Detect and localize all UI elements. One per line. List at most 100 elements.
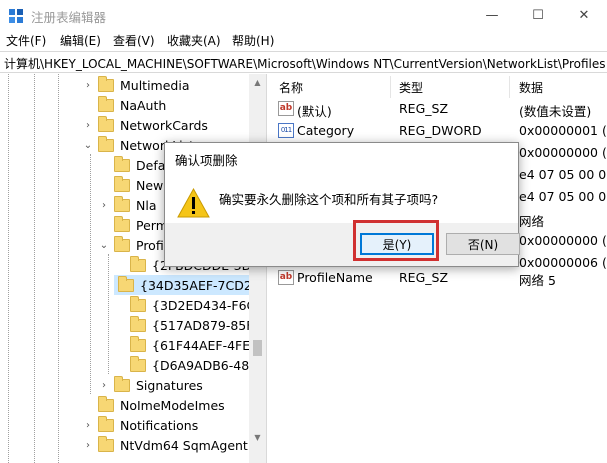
- binary-value-icon: 011: [278, 123, 294, 138]
- menu-file[interactable]: 文件(F): [6, 32, 46, 49]
- menu-edit[interactable]: 编辑(E): [60, 32, 101, 49]
- registry-app-icon: [9, 9, 23, 23]
- maximize-button[interactable]: ☐: [515, 0, 561, 31]
- expand-chevron-icon[interactable]: ›: [82, 80, 94, 91]
- collapse-chevron-icon[interactable]: ⌄: [98, 240, 110, 251]
- column-header-type[interactable]: 类型: [399, 79, 423, 96]
- value-pane[interactable]: 名称 类型 数据 ab (默认) REG_SZ (数值未设置) 011 Cate…: [270, 74, 607, 463]
- no-button[interactable]: 否(N): [446, 233, 520, 255]
- folder-icon: [130, 335, 146, 352]
- address-bar[interactable]: 计算机\HKEY_LOCAL_MACHINE\SOFTWARE\Microsof…: [0, 51, 607, 73]
- value-name: (默认): [297, 104, 332, 119]
- value-type: REG_SZ: [399, 270, 449, 285]
- tree-item-label: {34D35AEF-7CD2: [140, 277, 252, 293]
- scroll-down-icon[interactable]: ▼: [249, 429, 266, 446]
- value-data: e4 07 05 00 05: [519, 167, 607, 182]
- folder-icon: [130, 295, 146, 312]
- collapse-chevron-icon[interactable]: ⌄: [82, 140, 94, 151]
- tree-item[interactable]: › Notifications: [82, 415, 198, 435]
- folder-open-icon: [98, 135, 114, 152]
- folder-icon: [114, 215, 130, 232]
- tree-item-label: Notifications: [120, 417, 199, 433]
- warning-icon: [177, 188, 210, 218]
- tree-item-label: {3D2ED434-F6C5: [152, 297, 264, 313]
- column-header-data[interactable]: 数据: [519, 79, 543, 96]
- tree-item[interactable]: › NetworkCards: [82, 115, 208, 135]
- tree-item[interactable]: NoImeModeImes: [82, 395, 225, 415]
- menu-help[interactable]: 帮助(H): [232, 32, 274, 49]
- tree-item-label: Nla: [136, 197, 157, 213]
- tree-item[interactable]: NaAuth: [82, 95, 166, 115]
- column-divider[interactable]: [390, 76, 391, 98]
- expand-chevron-icon[interactable]: ›: [82, 420, 94, 431]
- value-data: e4 07 05 00 01: [519, 189, 607, 204]
- value-name: Category: [297, 123, 355, 138]
- address-path: 计算机\HKEY_LOCAL_MACHINE\SOFTWARE\Microsof…: [4, 57, 606, 71]
- value-data: 网络 5: [519, 273, 556, 288]
- folder-icon: [114, 375, 130, 392]
- tree-item-selected[interactable]: {34D35AEF-7CD2: [114, 275, 252, 295]
- tree-guide-line: [90, 154, 91, 394]
- menu-view[interactable]: 查看(V): [113, 32, 155, 49]
- dialog-body: 确实要永久删除这个项和所有其子项吗?: [165, 171, 518, 223]
- scroll-up-icon[interactable]: ▲: [249, 74, 266, 91]
- value-row[interactable]: ab ProfileName REG_SZ 网络 5: [270, 267, 607, 289]
- title-bar: 注册表编辑器 — ☐ ✕: [0, 0, 607, 31]
- folder-icon: [98, 95, 114, 112]
- column-divider[interactable]: [509, 76, 510, 98]
- tree-item-label: Multimedia: [120, 77, 190, 93]
- tree-item[interactable]: {61F44AEF-4FE7-: [114, 335, 263, 355]
- value-row[interactable]: 011 Category REG_DWORD 0x00000001 (1): [270, 120, 607, 142]
- tree-guide-line: [108, 254, 109, 374]
- dialog-title: 确认项删除: [175, 153, 238, 168]
- tree-item[interactable]: › Multimedia: [82, 75, 190, 95]
- column-header-name[interactable]: 名称: [279, 79, 303, 96]
- folder-icon: [114, 175, 130, 192]
- value-data: 网络: [519, 214, 545, 229]
- folder-icon: [130, 315, 146, 332]
- tree-item[interactable]: › Signatures: [98, 375, 203, 395]
- tree-item-label: {D6A9ADB6-48F4: [152, 357, 265, 373]
- folder-open-icon: [114, 235, 130, 252]
- window-title: 注册表编辑器: [31, 10, 107, 25]
- expand-chevron-icon[interactable]: ›: [98, 200, 110, 211]
- minimize-button[interactable]: —: [469, 0, 515, 31]
- scroll-thumb[interactable]: [253, 340, 262, 356]
- folder-icon: [98, 395, 114, 412]
- value-data: 0x00000000 (0): [519, 145, 607, 160]
- expand-chevron-icon[interactable]: ›: [82, 440, 94, 451]
- close-button[interactable]: ✕: [561, 0, 607, 31]
- tree-guide-line: [34, 74, 35, 463]
- tree-item[interactable]: › NtVdm64 SqmAgent: [82, 435, 248, 455]
- dialog-footer: 是(Y) 否(N): [165, 223, 520, 266]
- tree-item-label: NoImeModeImes: [120, 397, 225, 413]
- value-data: 0x00000001 (1): [519, 123, 607, 138]
- tree-item[interactable]: › Nla: [98, 195, 156, 215]
- annotation-highlight-box: [353, 220, 439, 261]
- tree-guide-line: [58, 74, 59, 463]
- tree-item[interactable]: {517AD879-85F7-: [114, 315, 266, 335]
- expand-chevron-icon[interactable]: ›: [82, 120, 94, 131]
- tree-item-label: NaAuth: [120, 97, 167, 113]
- tree-guide-line: [8, 74, 9, 463]
- value-type: REG_SZ: [399, 101, 449, 116]
- tree-item-label: NtVdm64 SqmAgent: [120, 437, 248, 453]
- tree-item[interactable]: {3D2ED434-F6C5: [114, 295, 263, 315]
- folder-icon: [98, 115, 114, 132]
- menu-favorites[interactable]: 收藏夹(A): [167, 32, 221, 49]
- menu-bar: 文件(F) 编辑(E) 查看(V) 收藏夹(A) 帮助(H): [0, 31, 607, 50]
- tree-item[interactable]: {D6A9ADB6-48F4: [114, 355, 264, 375]
- tree-item-label: NetworkCards: [120, 117, 208, 133]
- tree-item-label: {61F44AEF-4FE7-: [152, 337, 263, 353]
- value-row[interactable]: ab (默认) REG_SZ (数值未设置): [270, 98, 607, 120]
- expand-chevron-icon[interactable]: ›: [98, 380, 110, 391]
- folder-icon: [98, 75, 114, 92]
- folder-icon: [98, 415, 114, 432]
- confirm-delete-dialog: 确认项删除 确实要永久删除这个项和所有其子项吗? 是(Y) 否(N): [164, 142, 520, 267]
- tree-scrollbar[interactable]: ▲ ▼: [249, 74, 266, 463]
- dialog-message: 确实要永久删除这个项和所有其子项吗?: [219, 192, 439, 207]
- tree-pane[interactable]: › Multimedia NaAuth › NetworkCards ⌄ Net…: [0, 74, 267, 463]
- folder-icon: [98, 435, 114, 452]
- folder-icon: [114, 155, 130, 172]
- value-data: 0x00000000 (0): [519, 233, 607, 248]
